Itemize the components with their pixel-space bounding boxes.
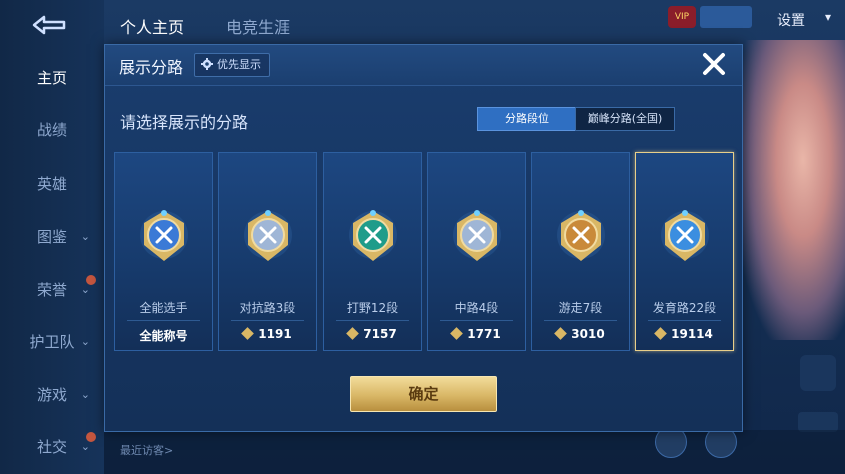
chevron-down-icon: ⌄ <box>80 335 90 348</box>
lane-card[interactable]: 发育路22段 19114 <box>635 152 734 351</box>
lane-card[interactable]: 中路4段 1771 <box>427 152 526 351</box>
sidebar-item-social[interactable]: 社交 ⌄ <box>0 427 104 467</box>
chevron-down-icon: ⌄ <box>80 388 90 401</box>
all-rounder-badge-icon <box>140 210 188 261</box>
farm-lane-badge-icon <box>661 210 709 261</box>
lane-card-value: 19114 <box>636 327 733 341</box>
points-icon <box>450 327 464 340</box>
divider <box>336 320 409 321</box>
tab-esports-career[interactable]: 电竞生涯 <box>226 14 290 38</box>
vip-badge[interactable]: VIP <box>668 6 696 28</box>
chevron-down-icon: ⌄ <box>80 230 90 243</box>
lane-card-value: 1191 <box>219 327 316 341</box>
back-arrow-icon[interactable] <box>26 12 72 38</box>
jungle-badge-icon <box>349 210 397 261</box>
lane-card-value: 1771 <box>428 327 525 341</box>
lane-card[interactable]: 游走7段 3010 <box>531 152 630 351</box>
lane-card-value-text: 全能称号 <box>139 329 188 343</box>
divider <box>544 320 617 321</box>
tab-profile[interactable]: 个人主页 <box>120 14 184 38</box>
priority-display-button[interactable]: 优先显示 <box>194 53 270 77</box>
mid-lane-badge-icon <box>453 210 501 261</box>
lane-card-value-text: 1771 <box>467 327 501 341</box>
sidebar-item-label: 主页 <box>36 69 67 87</box>
sidebar-item-record[interactable]: 战绩 <box>0 110 104 150</box>
divider <box>127 320 200 321</box>
priority-label: 优先显示 <box>217 58 261 71</box>
lane-card-label: 打野12段 <box>346 301 399 315</box>
sidebar-item-label: 图鉴 <box>36 228 67 246</box>
lane-card-label: 中路4段 <box>454 301 499 315</box>
lane-card-value: 3010 <box>532 327 629 341</box>
sidebar-item-heroes[interactable]: 英雄 <box>0 164 104 204</box>
divider <box>648 320 721 321</box>
lane-display-modal: 展示分路 优先显示 请选择展示的分路 分路段位 巅峰分路(全国) 全能选手全能称… <box>104 44 743 432</box>
chevron-down-icon: ⌄ <box>80 283 90 296</box>
sidebar-item-guard[interactable]: 护卫队 ⌄ <box>0 322 104 362</box>
points-icon <box>654 327 667 340</box>
gear-icon <box>201 58 213 70</box>
lane-card-value: 全能称号 <box>115 327 212 344</box>
hero-artwork <box>740 40 845 340</box>
selection-prompt: 请选择展示的分路 <box>120 113 249 132</box>
confirm-button[interactable]: 确定 <box>350 376 497 412</box>
chevron-down-icon[interactable]: ▾ <box>825 10 831 24</box>
points-icon <box>241 327 255 340</box>
sidebar-item-games[interactable]: 游戏 ⌄ <box>0 375 104 415</box>
promo-banner[interactable] <box>700 6 752 28</box>
sidebar-item-home[interactable]: 主页 <box>0 58 104 98</box>
tab-lane-rank[interactable]: 分路段位 <box>477 107 577 131</box>
clash-lane-badge-icon <box>244 210 292 261</box>
recent-visitors-label[interactable]: 最近访客> <box>120 442 173 458</box>
close-icon[interactable] <box>701 51 727 77</box>
side-action-button[interactable] <box>800 355 836 391</box>
sidebar-item-label: 游戏 <box>36 386 67 404</box>
lane-card-value-text: 19114 <box>671 327 713 341</box>
lane-card-label: 发育路22段 <box>652 301 717 315</box>
sidebar-item-honor[interactable]: 荣誉 ⌄ <box>0 270 104 310</box>
points-icon <box>554 327 568 340</box>
sidebar-item-label: 荣誉 <box>36 281 67 299</box>
lane-card-label: 游走7段 <box>558 301 603 315</box>
sidebar-item-codex[interactable]: 图鉴 ⌄ <box>0 217 104 257</box>
sidebar-item-label: 社交 <box>36 438 67 456</box>
side-action-button[interactable] <box>798 412 838 432</box>
modal-title: 展示分路 <box>119 58 184 77</box>
lane-card-value-text: 3010 <box>571 327 605 341</box>
roam-badge-icon <box>557 210 605 261</box>
lane-card-label: 全能选手 <box>139 301 188 315</box>
lane-card-value-text: 1191 <box>258 327 292 341</box>
lane-card[interactable]: 对抗路3段 1191 <box>218 152 317 351</box>
sidebar: 主页 战绩 英雄 图鉴 ⌄ 荣誉 ⌄ 护卫队 ⌄ 游戏 ⌄ 社交 ⌄ <box>0 0 104 474</box>
points-icon <box>346 327 360 340</box>
tab-peak-lane-national[interactable]: 巅峰分路(全国) <box>575 107 675 131</box>
divider <box>440 320 513 321</box>
divider <box>231 320 304 321</box>
sidebar-item-label: 护卫队 <box>29 333 75 351</box>
sidebar-item-label: 英雄 <box>36 175 67 193</box>
lane-card-label: 对抗路3段 <box>239 301 296 315</box>
lane-card[interactable]: 全能选手 全能称号 <box>114 152 213 351</box>
modal-header: 展示分路 优先显示 <box>105 45 742 86</box>
lane-card-value: 7157 <box>324 327 421 341</box>
sidebar-item-label: 战绩 <box>36 121 67 139</box>
chevron-down-icon: ⌄ <box>80 440 90 453</box>
lane-card-value-text: 7157 <box>363 327 397 341</box>
settings-button[interactable]: 设置 <box>777 10 805 30</box>
lane-card[interactable]: 打野12段 7157 <box>323 152 422 351</box>
